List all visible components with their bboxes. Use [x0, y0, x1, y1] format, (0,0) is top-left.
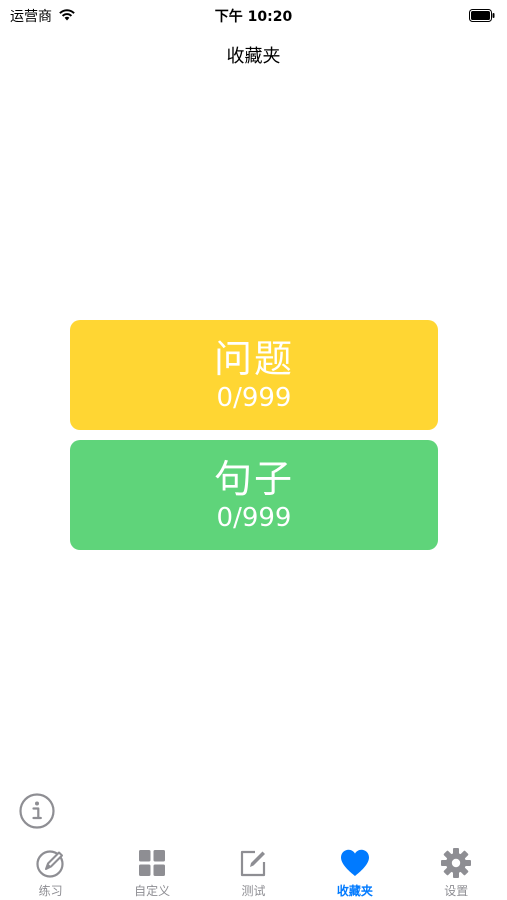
tab-custom[interactable]: 自定义: [112, 838, 192, 899]
tab-test-label: 测试: [241, 884, 266, 898]
questions-card-count: 0/999: [216, 383, 292, 413]
pencil-circle-icon: [34, 846, 68, 880]
tab-bar: 练习 自定义 测试 收藏夹 设置: [0, 838, 507, 900]
tab-settings-label: 设置: [444, 884, 469, 898]
heart-icon: [338, 846, 372, 880]
grid-icon: [135, 846, 169, 880]
page-title: 收藏夹: [226, 46, 281, 67]
tab-settings[interactable]: 设置: [416, 838, 496, 899]
tab-favorites-label: 收藏夹: [336, 884, 373, 898]
sentences-card[interactable]: 句子 0/999: [70, 440, 438, 550]
status-bar: 运营商 下午 10:20: [0, 0, 507, 30]
info-icon: [19, 793, 55, 829]
info-button[interactable]: [18, 792, 56, 830]
sentences-card-title: 句子: [213, 457, 294, 501]
screen: 运营商 下午 10:20 收藏夹 问题 0/999 句子 0/999 练习 自定…: [0, 0, 507, 900]
tab-practice[interactable]: 练习: [11, 838, 91, 899]
battery-icon: [469, 7, 495, 26]
tab-custom-label: 自定义: [134, 884, 171, 898]
sentences-card-count: 0/999: [216, 503, 292, 533]
edit-square-icon: [236, 846, 270, 880]
tab-favorites[interactable]: 收藏夹: [315, 838, 395, 899]
tab-test[interactable]: 测试: [213, 838, 293, 899]
gear-icon: [439, 846, 473, 880]
tab-practice-label: 练习: [38, 884, 63, 898]
questions-card-title: 问题: [213, 337, 294, 381]
questions-card[interactable]: 问题 0/999: [70, 320, 438, 430]
status-time: 下午 10:20: [214, 9, 293, 25]
